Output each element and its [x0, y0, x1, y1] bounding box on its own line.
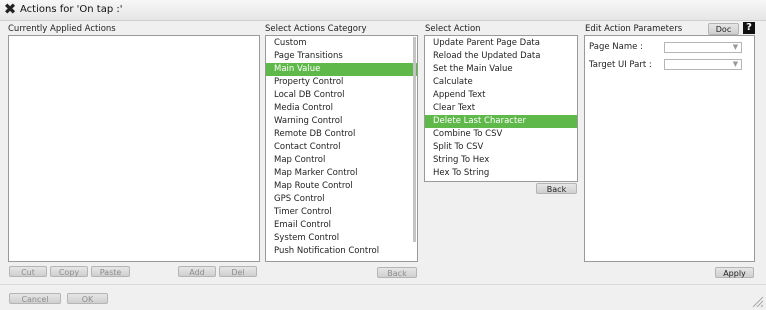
- category-list-item[interactable]: Warning Control: [266, 115, 417, 128]
- category-list-item[interactable]: GPS Control: [266, 193, 417, 206]
- category-list-item[interactable]: Local DB Control: [266, 89, 417, 102]
- apply-button[interactable]: Apply: [715, 267, 754, 278]
- category-list-item[interactable]: Contact Control: [266, 141, 417, 154]
- close-icon[interactable]: ✖: [3, 2, 17, 17]
- page-name-select[interactable]: ▼: [664, 42, 742, 53]
- action-label: Select Action: [425, 24, 481, 34]
- action-list-item[interactable]: Calculate: [425, 76, 577, 89]
- action-back-button[interactable]: Back: [536, 183, 577, 194]
- cut-button[interactable]: Cut: [9, 266, 47, 277]
- category-label: Select Actions Category: [265, 24, 367, 34]
- category-list-item[interactable]: Custom: [266, 37, 417, 50]
- action-list-item[interactable]: Hex To String: [425, 167, 577, 180]
- category-list-item[interactable]: Map Route Control: [266, 180, 417, 193]
- action-list-item[interactable]: Set the Main Value: [425, 63, 577, 76]
- category-scrollbar[interactable]: [413, 37, 416, 242]
- action-list-item[interactable]: String To Hex: [425, 154, 577, 167]
- copy-button[interactable]: Copy: [50, 266, 88, 277]
- applied-actions-label: Currently Applied Actions: [8, 24, 116, 34]
- chevron-down-icon: ▼: [732, 60, 739, 68]
- action-list-item[interactable]: Split To CSV: [425, 141, 577, 154]
- category-list-item[interactable]: System Control: [266, 232, 417, 245]
- action-list-item[interactable]: Update Parent Page Data: [425, 37, 577, 50]
- category-list-item[interactable]: Property Control: [266, 76, 417, 89]
- category-list-item[interactable]: Page Transitions: [266, 50, 417, 63]
- add-button[interactable]: Add: [178, 266, 216, 277]
- page-name-label: Page Name :: [589, 42, 643, 52]
- category-list-item[interactable]: Main Value: [266, 63, 417, 76]
- category-list-item[interactable]: Email Control: [266, 219, 417, 232]
- category-list-item[interactable]: Push Notification Control: [266, 245, 417, 258]
- category-list-item[interactable]: Timer Control: [266, 206, 417, 219]
- action-list-item[interactable]: Reload the Updated Data: [425, 50, 577, 63]
- category-list-item[interactable]: Remote DB Control: [266, 128, 417, 141]
- doc-button[interactable]: Doc: [708, 23, 739, 35]
- del-button[interactable]: Del: [219, 266, 257, 277]
- category-list-item[interactable]: Media Control: [266, 102, 417, 115]
- help-icon[interactable]: ?: [743, 22, 755, 34]
- window-title: Actions for 'On tap :': [20, 4, 123, 15]
- title-bar: ✖ Actions for 'On tap :': [0, 0, 766, 21]
- category-list-item[interactable]: Map Marker Control: [266, 167, 417, 180]
- category-list-item[interactable]: Map Control: [266, 154, 417, 167]
- cancel-button[interactable]: Cancel: [9, 293, 61, 304]
- resize-grip-icon[interactable]: [750, 294, 764, 308]
- category-back-button[interactable]: Back: [377, 267, 417, 278]
- action-list-item[interactable]: Combine To CSV: [425, 128, 577, 141]
- ok-button[interactable]: OK: [67, 293, 108, 304]
- target-ui-part-select[interactable]: ▼: [664, 59, 742, 70]
- params-label: Edit Action Parameters: [585, 24, 683, 34]
- chevron-down-icon: ▼: [732, 43, 739, 51]
- applied-actions-list[interactable]: [8, 35, 260, 262]
- params-panel: Page Name : ▼ Target UI Part : ▼: [584, 35, 755, 262]
- action-list-item[interactable]: Clear Text: [425, 102, 577, 115]
- target-ui-part-label: Target UI Part :: [589, 60, 652, 70]
- footer-divider: [0, 284, 766, 285]
- action-list-item[interactable]: Append Text: [425, 89, 577, 102]
- paste-button[interactable]: Paste: [91, 266, 130, 277]
- action-list-item[interactable]: Delete Last Character: [425, 115, 577, 128]
- action-list[interactable]: Update Parent Page Data Reload the Update…: [424, 35, 578, 182]
- category-list[interactable]: Custom Page Transitions Main Value Property…: [265, 35, 418, 262]
